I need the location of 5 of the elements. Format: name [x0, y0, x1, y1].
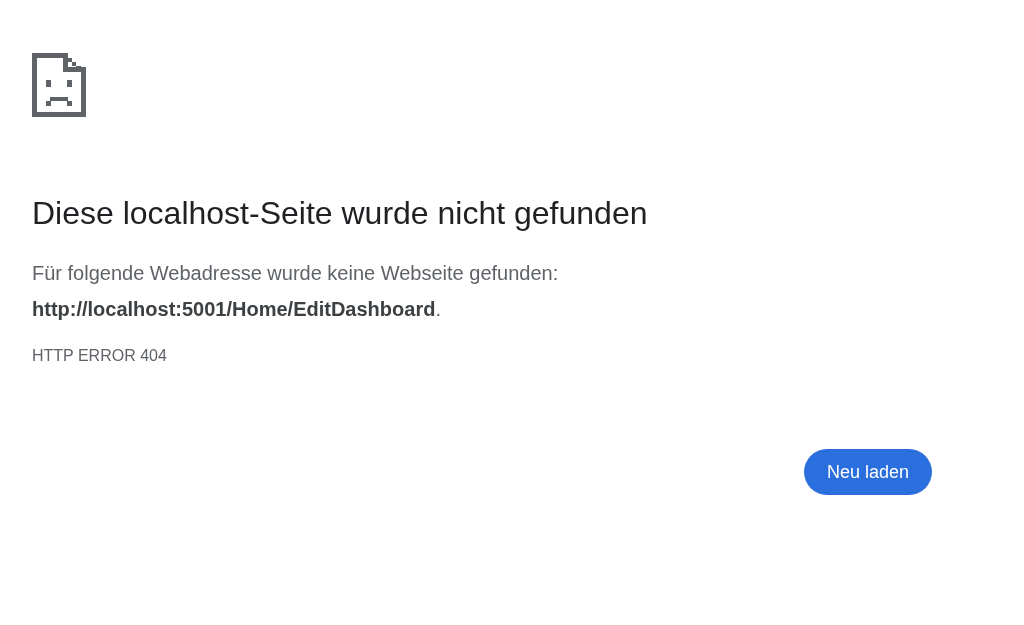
error-code: HTTP ERROR 404	[32, 347, 168, 365]
sad-page-icon	[32, 53, 86, 117]
error-message: Für folgende Webadresse wurde keine Webseite gefunden: http://localhost:5001/Home/EditDashboard.	[32, 261, 560, 322]
error-heading: Diese localhost-Seite wurde nicht gefunden	[32, 194, 649, 233]
reload-button[interactable]: Neu laden	[803, 449, 932, 495]
